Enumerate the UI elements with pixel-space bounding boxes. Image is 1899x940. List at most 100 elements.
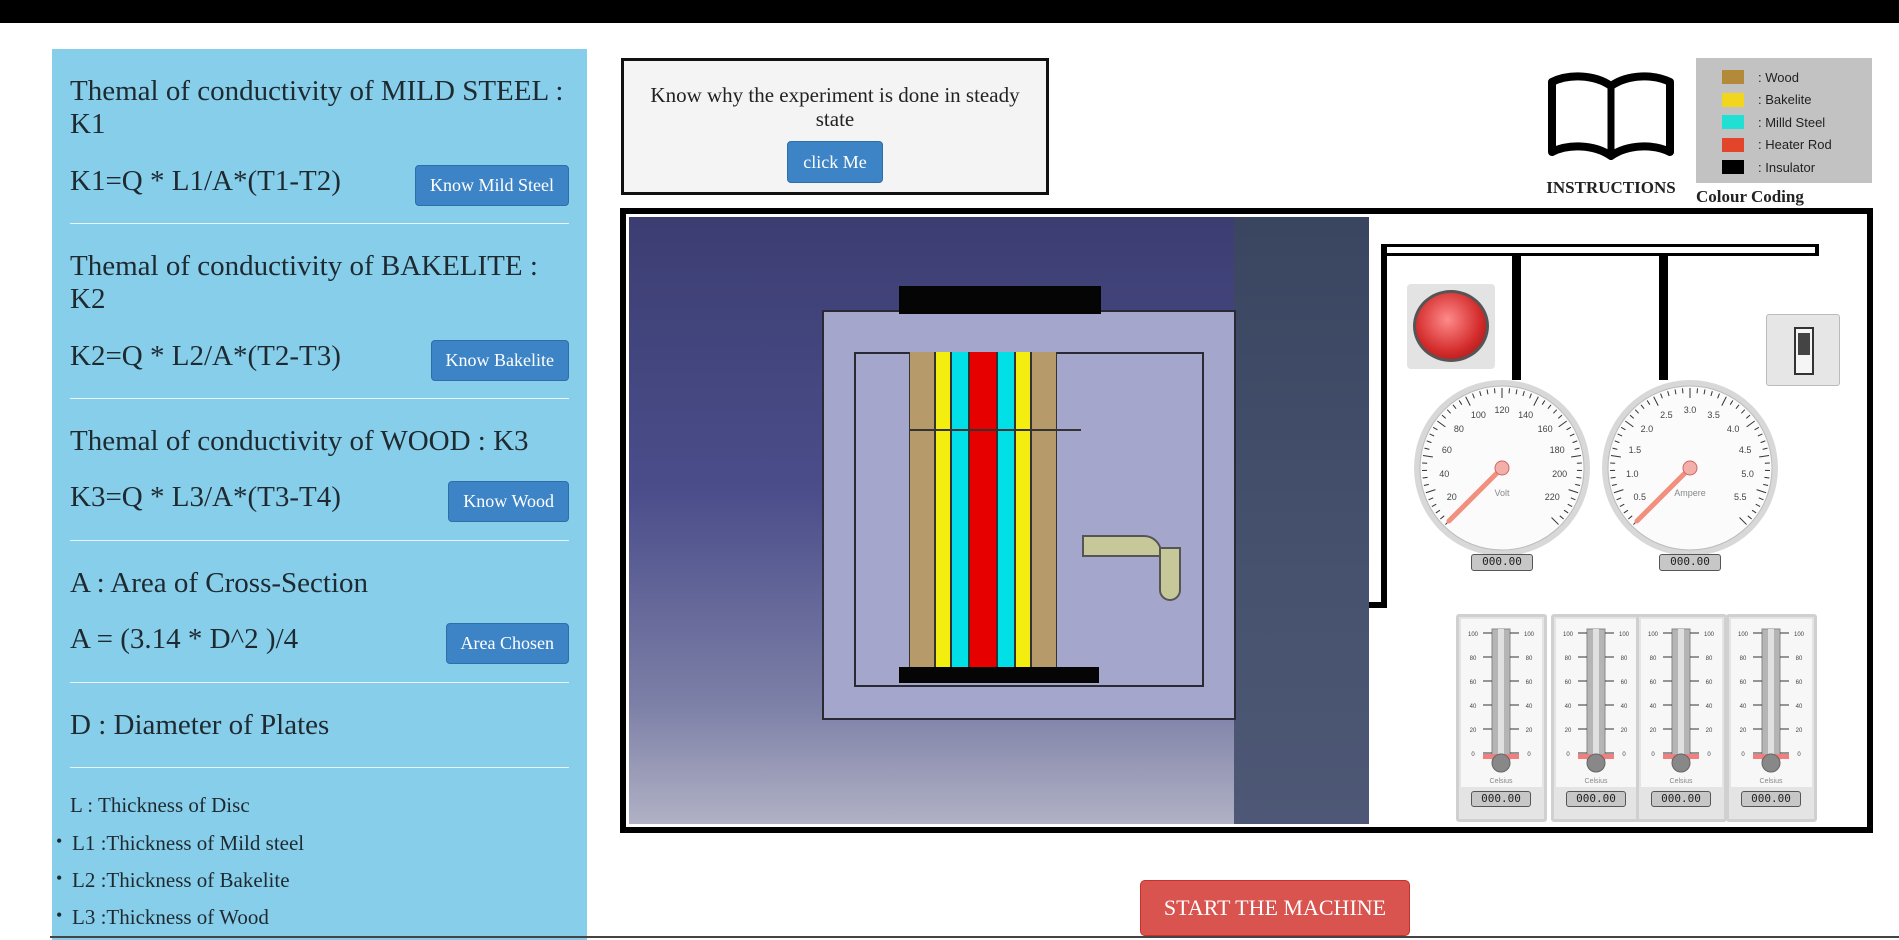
thermometer-tick-label: 20 [1650,728,1657,734]
area-chosen-button[interactable]: Area Chosen [445,623,569,664]
thermometer-scale: 100 10080 8060 6040 4020 200 0Celsius [1461,619,1542,787]
legend-row: : Wood [1722,66,1872,89]
legend-label: : Milld Steel [1758,114,1826,130]
thermometer-tick-label: 100 [1619,632,1630,638]
gauge-tick-label: 5.5 [1734,492,1747,502]
steady-state-box: Know why the experiment is done in stead… [621,58,1049,195]
toggle-switch[interactable] [1766,314,1840,386]
mild-steel-formula: K1=Q * L1/A*(T1-T2) [70,165,341,197]
instructions[interactable]: INSTRUCTIONS [1541,72,1681,198]
wood-section: Themal of conductivity of WOOD : K3 K3=Q… [70,399,569,541]
thermometer-tick-label: 80 [1470,656,1477,662]
thermometer-tick-label: 40 [1650,704,1657,710]
legend-swatch [1722,92,1744,107]
thermometer-column [1498,629,1504,759]
thermometer-tick-label: 60 [1621,680,1628,686]
gauge-tick [1610,476,1616,479]
gauge-tick-label: 1.0 [1626,469,1639,479]
thermometer-tick-label: 80 [1526,656,1533,662]
mild-steel-section: Themal of conductivity of MILD STEEL : K… [70,49,569,224]
legend-label: : Wood [1758,69,1799,85]
voltmeter: 20 40 60 80 100 120 140 160 180 200 220 Volt [1414,380,1590,556]
gauge-tick-label: 0.5 [1634,492,1647,502]
legend-label: : Heater Rod [1758,137,1832,153]
thermometer-unit: Celsius [1490,778,1513,785]
gauge-tick-label: 40 [1439,469,1449,479]
legend-row: : Insulator [1722,156,1872,179]
thermometer-tick-label: 60 [1650,680,1657,686]
thermometer-tick-label: 40 [1740,704,1747,710]
thermometer-tick-label: 80 [1650,656,1657,662]
thermometer-column [1768,629,1774,759]
thermometer-tick-label: 80 [1565,656,1572,662]
diameter-title: D : Diameter of Plates [70,709,330,741]
top-bar [0,0,1899,23]
wire-inner [1387,247,1815,253]
wire [1381,244,1387,606]
wood-title: Themal of conductivity of WOOD : K3 [70,425,529,457]
thermometer-tick-label: 100 [1524,632,1535,638]
thermometer-scale: 100 10080 8060 6040 4020 200 0Celsius [1556,619,1637,787]
thermometer-readout: 000.00 [1471,791,1531,807]
know-wood-button[interactable]: Know Wood [448,481,569,522]
start-machine-button[interactable]: START THE MACHINE [1140,880,1410,936]
heater-pipe [1082,535,1162,557]
thermometer-bulb [1491,753,1511,773]
gauge-tick-label: 120 [1494,405,1509,415]
legend-swatch [1722,160,1744,175]
thermometer: 100 100 80 80 60 60 40 40 20 20 0 0 Celsius 000.00 [1456,614,1547,822]
gauge-tick [1576,476,1582,479]
colour-coding-label: Colour Coding [1696,187,1804,206]
area-formula: A = (3.14 * D^2 )/4 [70,623,299,655]
know-mild-steel-button[interactable]: Know Mild Steel [415,165,569,206]
wire [1659,254,1668,380]
thermometer-bulb [1586,753,1606,773]
thermometer-scale: 100 10080 8060 6040 4020 200 0Celsius [1731,619,1812,787]
gauge-tick-label: 5.0 [1741,469,1754,479]
thermometer-tick-label: 60 [1526,680,1533,686]
plate [1031,352,1057,674]
area-section: A : Area of Cross-Section A = (3.14 * D^… [70,541,569,683]
list-item: L2 :Thickness of Bakelite [56,868,569,893]
gauge-tick-label: 3.5 [1707,410,1720,420]
plate [909,352,935,674]
thermometer-unit: Celsius [1670,778,1693,785]
formula-panel: Themal of conductivity of MILD STEEL : K… [52,49,587,940]
gauge-tick-label: 80 [1454,424,1464,434]
legend-swatch [1722,115,1744,130]
thermometer-readout: 000.00 [1741,791,1801,807]
colour-legend: : Wood: Bakelite: Milld Steel: Heater Ro… [1696,58,1872,183]
power-knob[interactable] [1413,290,1489,362]
bakelite-section: Themal of conductivity of BAKELITE : K2 … [70,224,569,399]
thermometer-tick-label: 20 [1526,728,1533,734]
wall-surface [1234,217,1369,824]
power-button[interactable] [1407,284,1495,369]
thermometer-tick-label: 100 [1704,632,1715,638]
list-item: L1 :Thickness of Mild steel [56,831,569,856]
instructions-label: INSTRUCTIONS [1546,178,1676,197]
gauge-tick-label: 100 [1471,410,1486,420]
thermometer-readout: 000.00 [1566,791,1626,807]
book-icon[interactable] [1546,72,1676,160]
thermometer-scale: 100 10080 8060 6040 4020 200 0Celsius [1641,619,1722,787]
thermometer-bulb [1671,753,1691,773]
gauge-tick-label: 2.5 [1660,410,1673,420]
diameter-section: D : Diameter of Plates [70,683,569,768]
legend-row: : Heater Rod [1722,134,1872,157]
switch-lever[interactable] [1794,327,1814,375]
bakelite-title: Themal of conductivity of BAKELITE : K2 [70,250,538,315]
thermometer-tick-label: 40 [1621,704,1628,710]
thermometer-tick-label: 80 [1796,656,1803,662]
gauge-hub [1494,460,1510,476]
click-me-button[interactable]: click Me [787,141,883,183]
gauge-tick-label: 60 [1442,445,1452,455]
apparatus-panel: 20 40 60 80 100 120 140 160 180 200 220 Volt 0.5 1.0… [620,208,1873,833]
thermometer-tick-label: 100 [1648,632,1659,638]
plate-stack [909,352,1057,674]
thermometer-readout: 000.00 [1651,791,1711,807]
thermometer-tick-label: 20 [1740,728,1747,734]
legend-row: : Milld Steel [1722,111,1872,134]
know-bakelite-button[interactable]: Know Bakelite [430,340,569,381]
thermometer-tick-label: 20 [1565,728,1572,734]
thermometer-tick-label: 100 [1468,632,1479,638]
